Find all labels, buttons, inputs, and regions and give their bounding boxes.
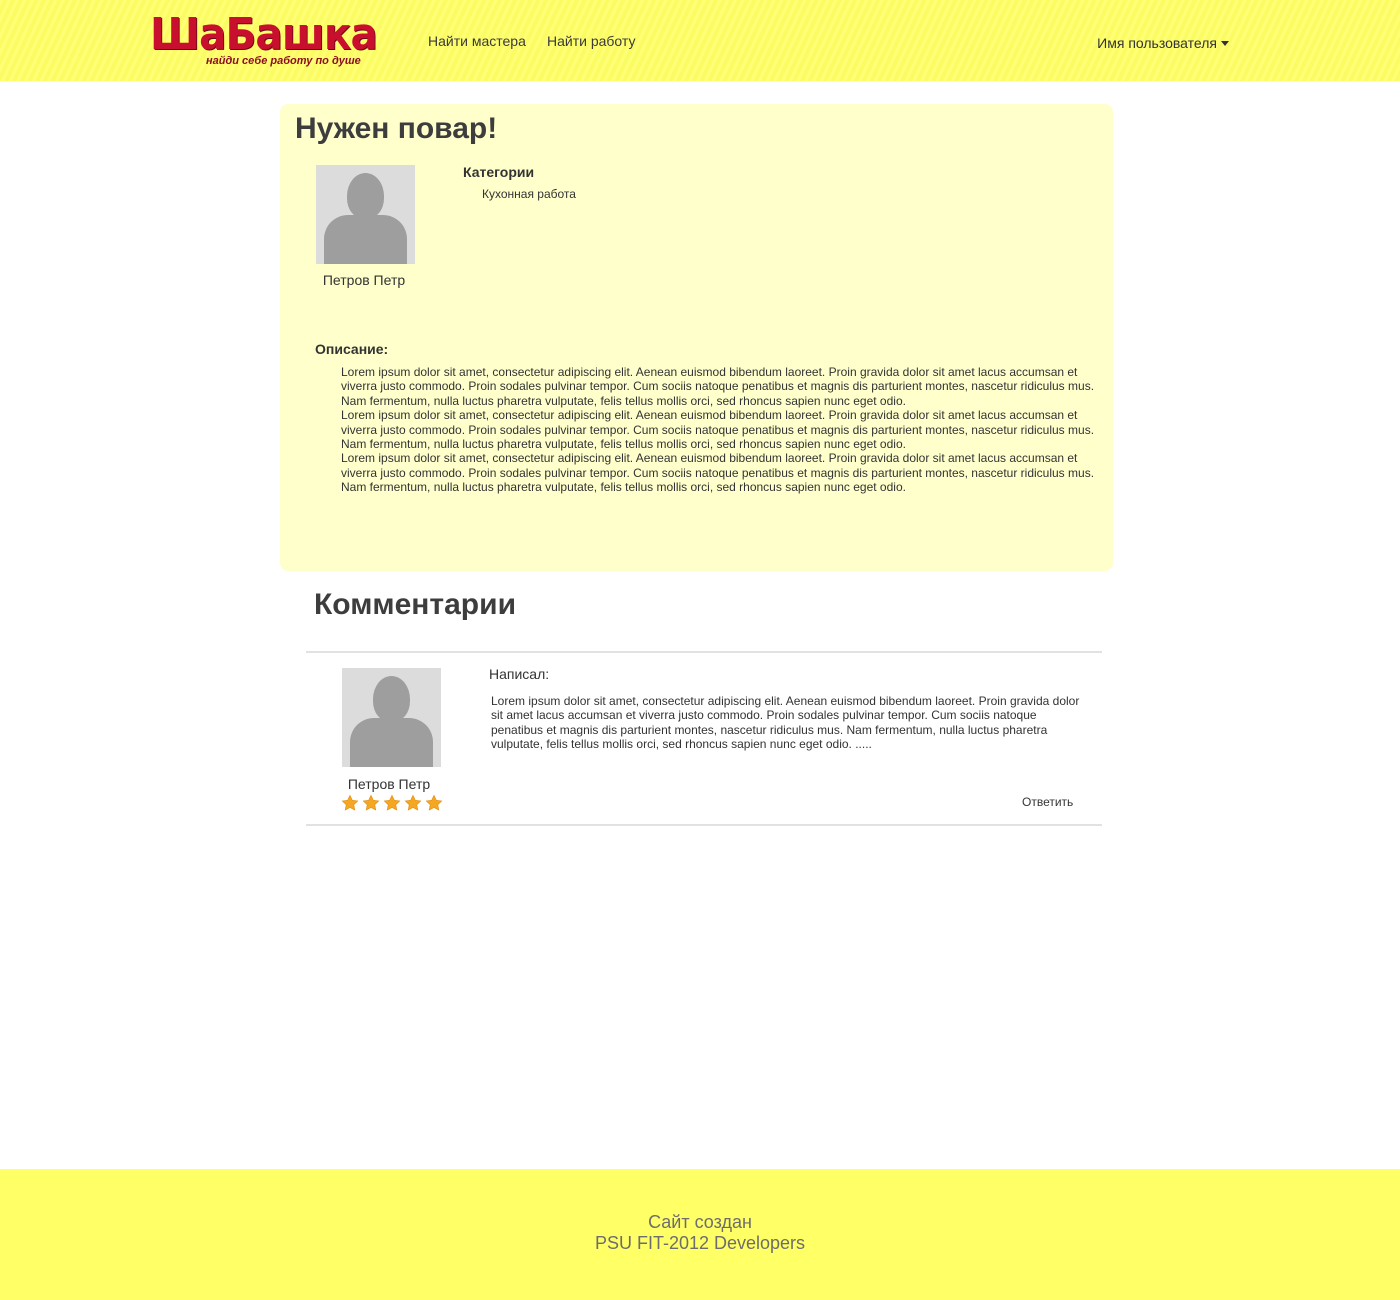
star-icon[interactable] [404,794,422,812]
description-paragraph: Lorem ipsum dolor sit amet, consectetur … [341,408,1095,452]
avatar-body-shape [350,718,433,767]
description-title: Описание: [315,341,389,357]
description-text: Lorem ipsum dolor sit amet, consectetur … [341,365,1101,495]
categories-title: Категории [463,164,535,180]
commenter-name[interactable]: Петров Петр [329,776,449,792]
star-icon[interactable] [383,794,401,812]
nav-find-work[interactable]: Найти работу [547,33,635,49]
wrote-label: Написал: [489,666,550,682]
avatar-head-shape [373,676,410,722]
site-footer: Сайт создан PSU FIT-2012 Developers [0,1169,1400,1300]
footer-line-1: Сайт создан [648,1212,752,1232]
avatar-head-shape [347,173,384,219]
star-icon[interactable] [341,794,359,812]
caret-down-icon [1221,40,1229,46]
description-paragraph: Lorem ipsum dolor sit amet, consectetur … [341,451,1095,495]
logo-text: ШаБашка [150,9,378,60]
avatar-body-shape [324,215,407,264]
description-paragraph: Lorem ipsum dolor sit amet, consectetur … [341,365,1095,408]
logo-tagline: найди себе работу по душе [206,55,361,67]
job-author-name[interactable]: Петров Петр [304,272,424,288]
author-avatar[interactable] [316,165,415,264]
job-card: Нужен повар! Петров Петр Категории Кухон… [280,104,1113,571]
star-icon[interactable] [362,794,380,812]
site-header: ШаБашка найди себе работу по душе Найти … [0,0,1400,81]
commenter-avatar[interactable] [342,668,441,767]
nav-find-master[interactable]: Найти мастера [428,33,526,49]
user-menu-label: Имя пользователя [1097,35,1217,51]
divider [306,824,1102,826]
comment-text: Lorem ipsum dolor sit amet, consectetur … [491,694,1080,752]
star-icon[interactable] [425,794,443,812]
footer-line-2: PSU FIT-2012 Developers [594,1233,806,1253]
divider [306,651,1102,653]
user-menu-dropdown[interactable]: Имя пользователя [1097,35,1229,51]
reply-link[interactable]: Ответить [1022,795,1073,809]
job-title: Нужен повар! [295,112,498,145]
comments-title: Комментарии [314,588,517,621]
category-item[interactable]: Кухонная работа [482,187,576,201]
rating-stars [341,794,443,812]
site-logo[interactable]: ШаБашка найди себе работу по душе [150,12,378,70]
